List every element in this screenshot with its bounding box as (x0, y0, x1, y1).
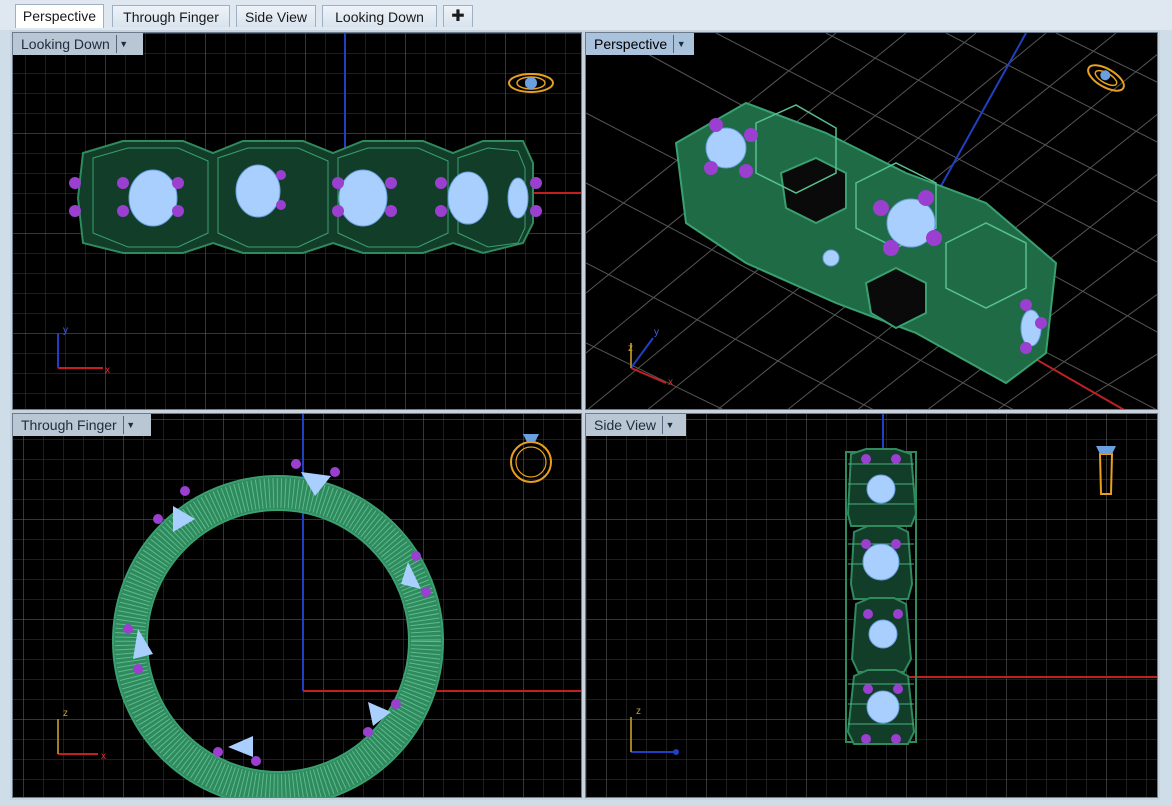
viewport-title: Through Finger (21, 417, 117, 433)
tab-side-view[interactable]: Side View (236, 5, 316, 27)
viewport-through-finger[interactable]: z x Through Finger ▼ (12, 413, 582, 798)
viewport-title: Looking Down (21, 36, 110, 52)
tab-through-finger[interactable]: Through Finger (112, 5, 230, 27)
viewport-side-view[interactable]: z Side View ▼ (585, 413, 1158, 798)
chevron-down-icon[interactable]: ▼ (122, 416, 138, 434)
viewport-label-perspective[interactable]: Perspective ▼ (586, 33, 694, 55)
axis-z-label: z (628, 343, 633, 354)
ring-nav-icon (1087, 64, 1125, 92)
viewport-grid: y x Looking Down ▼ y z x Perspective ▼ z… (10, 30, 1160, 800)
viewport-canvas[interactable]: z x (13, 414, 582, 798)
chevron-down-icon[interactable]: ▼ (115, 35, 131, 53)
axis-y-label: y (654, 327, 659, 338)
viewport-title: Perspective (594, 36, 668, 52)
axis-x-label: x (105, 365, 110, 376)
viewport-tab-bar: Perspective Through Finger Side View Loo… (0, 0, 1172, 30)
viewport-canvas[interactable]: z (586, 414, 1158, 798)
viewport-title: Side View (594, 417, 657, 433)
chevron-down-icon[interactable]: ▼ (662, 416, 677, 434)
plus-icon: ✚ (451, 8, 465, 25)
add-tab-button[interactable]: ✚ (443, 5, 473, 27)
tab-looking-down[interactable]: Looking Down (322, 5, 437, 27)
axis-z-label: z (63, 708, 68, 719)
viewport-label-looking-down[interactable]: Looking Down ▼ (13, 33, 143, 55)
axis-z-label: z (636, 706, 641, 717)
tab-perspective[interactable]: Perspective (15, 4, 104, 28)
viewport-label-side-view[interactable]: Side View ▼ (586, 414, 686, 436)
axis-y-label: y (63, 325, 68, 336)
chevron-down-icon[interactable]: ▼ (673, 35, 688, 53)
axis-x-label: x (668, 377, 673, 388)
viewport-looking-down[interactable]: y x Looking Down ▼ (12, 32, 582, 410)
axis-gizmo (630, 337, 667, 384)
viewport-canvas[interactable]: y x (13, 33, 582, 410)
viewport-canvas[interactable]: y z x (586, 33, 1158, 410)
axis-x-label: x (101, 751, 106, 762)
viewport-label-through-finger[interactable]: Through Finger ▼ (13, 414, 151, 436)
viewport-perspective[interactable]: y z x Perspective ▼ (585, 32, 1158, 410)
